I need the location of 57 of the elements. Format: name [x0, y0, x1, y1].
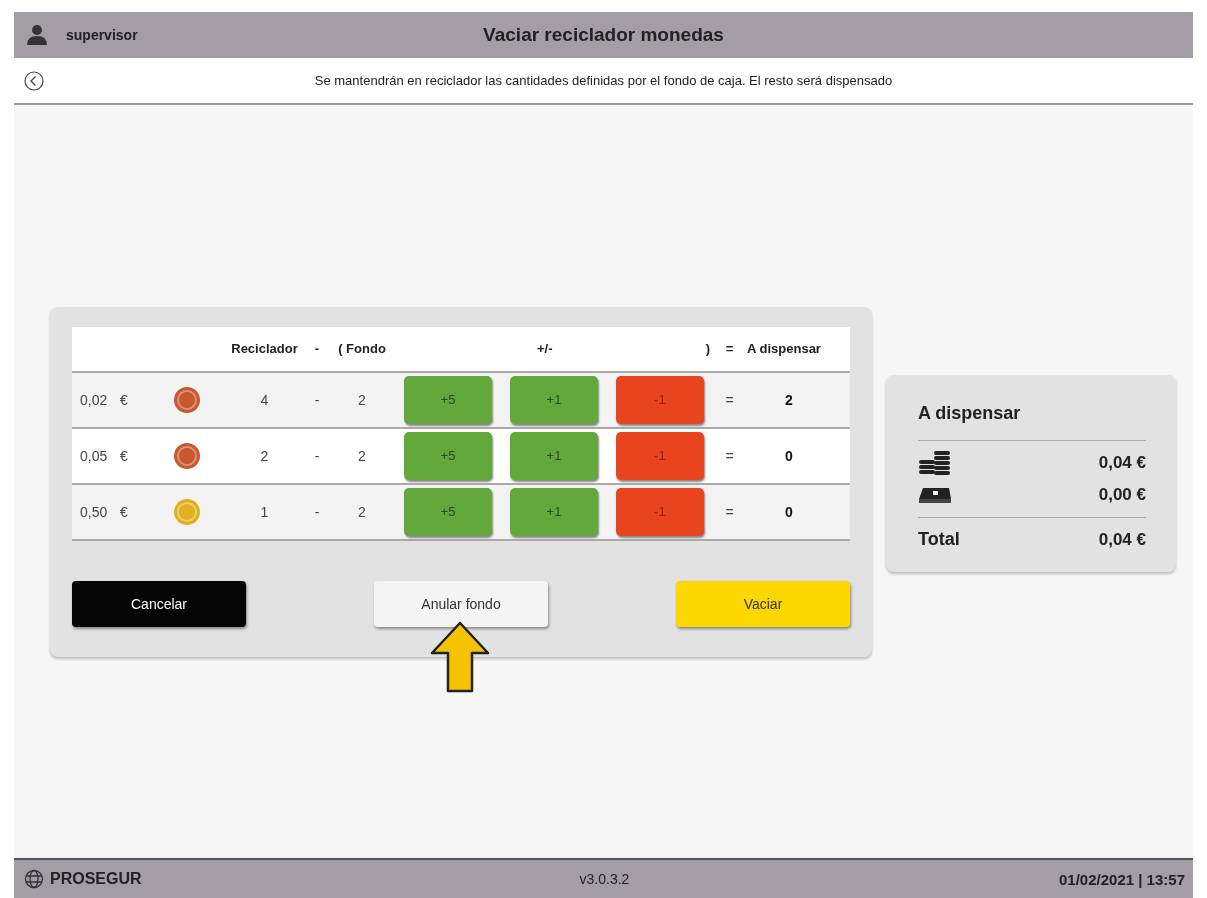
result-cell-text: 2 — [784, 391, 794, 408]
fund-cell-text: 2 — [357, 447, 367, 464]
column-header: +/- — [537, 341, 553, 356]
quantity-button[interactable]: +1 — [510, 375, 598, 424]
column-header: Reciclador — [230, 341, 299, 356]
column-header: ( Fondo — [337, 341, 387, 356]
quantity-button[interactable]: -1 — [616, 375, 704, 424]
currency-cell-text: € — [120, 391, 129, 408]
back-icon[interactable] — [24, 70, 44, 91]
amount-text: 0,00 € — [1098, 484, 1146, 505]
recycler-cell-text: 1 — [259, 503, 270, 520]
currency-cell-text: € — [120, 503, 129, 520]
up-arrow-icon — [430, 620, 490, 693]
action-button[interactable]: Vaciar — [676, 580, 850, 627]
column-header: - — [313, 341, 321, 356]
banknote-stack-icon — [918, 485, 952, 504]
version-text: v3.0.3.2 — [579, 871, 630, 887]
result-cell-text: 0 — [784, 447, 794, 464]
quantity-button[interactable]: +1 — [510, 431, 598, 480]
column-header: ) — [705, 341, 710, 356]
quantity-button[interactable]: +1 — [510, 487, 598, 536]
quantity-button[interactable]: +5 — [404, 431, 492, 480]
info-message: Se mantendrán en reciclador las cantidades definidas por el fondo de caja. El resto será dispensado — [313, 73, 894, 88]
minus-cell-text: - — [313, 391, 321, 408]
window-title: Vaciar reciclador monedas — [482, 24, 725, 46]
coin-stack-icon — [918, 449, 952, 476]
total-label: Total — [918, 529, 960, 550]
brand-name: PROSEGUR — [50, 870, 142, 888]
minus-cell-text: - — [313, 447, 321, 464]
currency-cell-text: € — [120, 447, 129, 464]
denomination-cell-text: 0,05 — [79, 447, 109, 464]
action-button[interactable]: Anular fondo — [374, 580, 548, 627]
summary-title: A dispensar — [918, 402, 1022, 424]
equals-cell-text: = — [724, 447, 735, 464]
column-header: = — [724, 341, 735, 356]
user-icon — [26, 24, 48, 46]
denomination-cell-text: 0,50 — [79, 503, 109, 520]
column-header: A dispensar — [747, 341, 822, 356]
denomination-cell-text: 0,02 — [79, 391, 109, 408]
recycler-cell-text: 4 — [259, 391, 270, 408]
result-cell-text: 0 — [784, 503, 794, 520]
equals-cell-text: = — [724, 503, 735, 520]
total-amount: 0,04 € — [1098, 529, 1146, 550]
equals-cell-text: = — [724, 391, 735, 408]
quantity-button[interactable]: -1 — [616, 431, 704, 480]
date-time: 01/02/2021 | 13:57 — [1058, 870, 1185, 888]
action-button[interactable]: Cancelar — [72, 580, 246, 627]
fund-cell-text: 2 — [357, 391, 367, 408]
recycler-cell-text: 2 — [259, 447, 270, 464]
minus-cell-text: - — [313, 503, 321, 520]
amount-text: 0,04 € — [1098, 452, 1146, 473]
globe-icon — [24, 869, 44, 889]
user-name: supervisor — [66, 27, 138, 43]
quantity-button[interactable]: +5 — [404, 487, 492, 536]
quantity-button[interactable]: +5 — [404, 375, 492, 424]
fund-cell-text: 2 — [357, 503, 367, 520]
quantity-button[interactable]: -1 — [616, 487, 704, 536]
